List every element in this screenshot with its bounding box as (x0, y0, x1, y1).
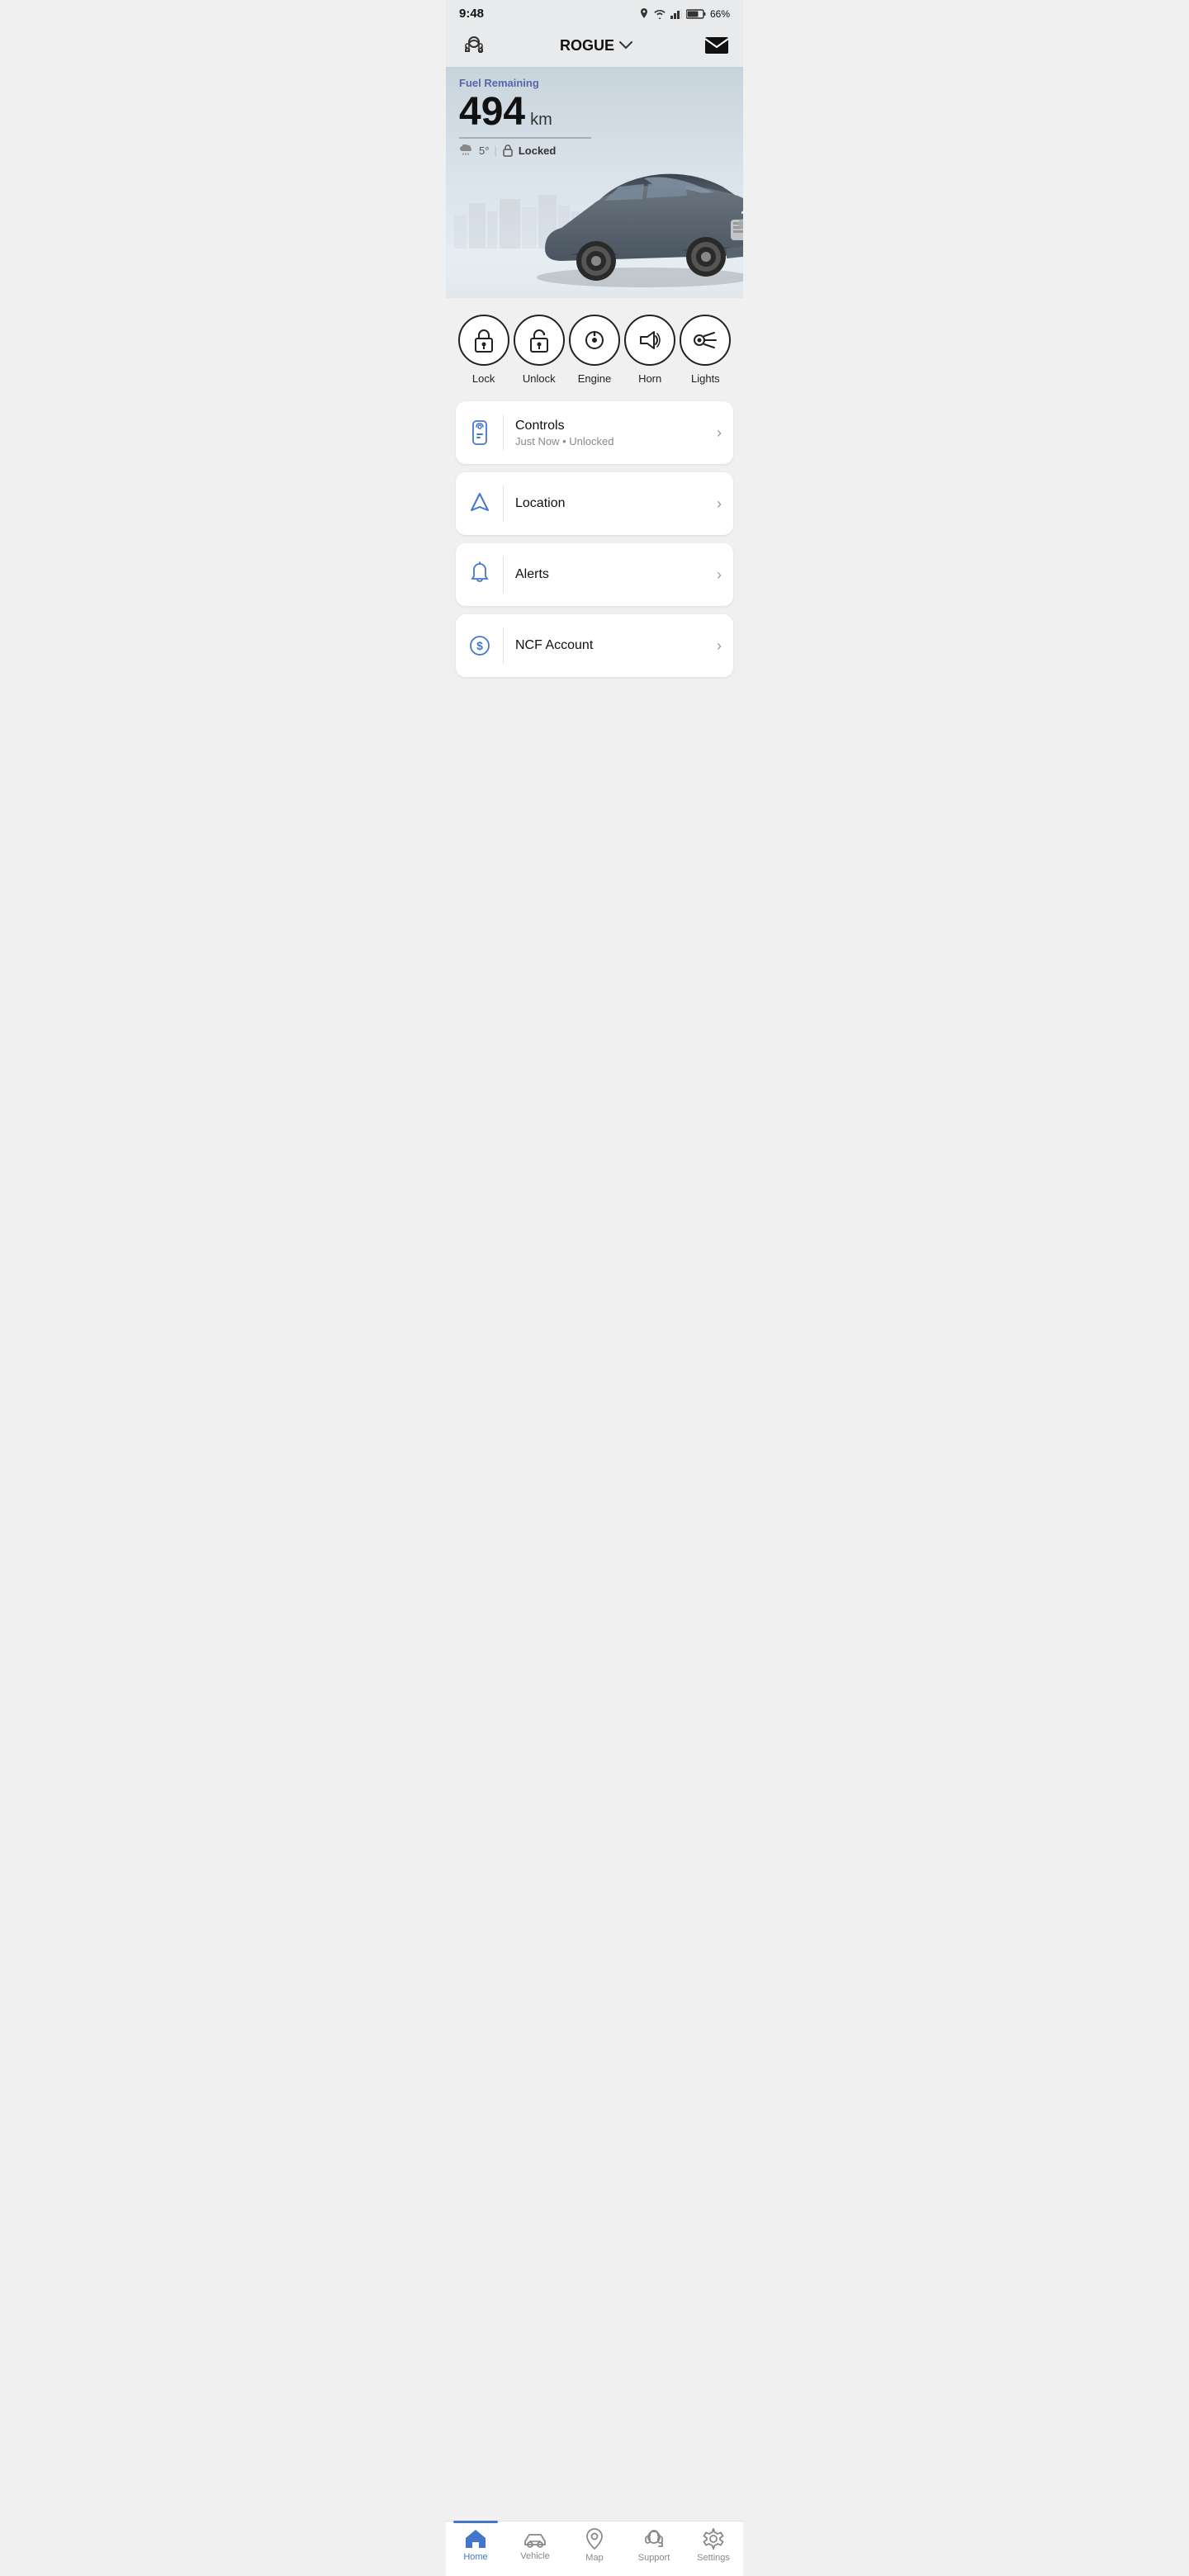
menu-section: Controls Just Now • Unlocked › Location … (446, 401, 743, 743)
home-active-indicator (453, 2521, 498, 2523)
engine-circle (569, 315, 620, 366)
remote-icon (468, 419, 491, 446)
navigation-icon (468, 490, 491, 517)
status-icons: 66% (639, 8, 730, 20)
horn-circle (624, 315, 675, 366)
hero-section: Fuel Remaining 494 km 5° | Locked (446, 67, 743, 298)
nav-item-settings[interactable]: Settings (689, 2528, 738, 2563)
wifi-icon (653, 9, 666, 19)
map-nav-icon (585, 2528, 604, 2550)
nav-item-home[interactable]: Home (451, 2529, 500, 2562)
location-icon-wrap (467, 485, 504, 522)
nav-label-map: Map (585, 2553, 603, 2563)
weather-icon (459, 144, 474, 156)
unlock-button[interactable]: Unlock (514, 315, 565, 385)
lock-icon (472, 328, 495, 353)
controls-row: Lock Unlock (456, 315, 733, 385)
alerts-chevron: › (717, 566, 722, 584)
nav-label-settings: Settings (697, 2553, 730, 2563)
fuel-value: 494 (459, 92, 525, 132)
fuel-label: Fuel Remaining (459, 77, 730, 89)
lock-status-icon (502, 144, 514, 157)
controls-icon-wrap (467, 414, 504, 451)
support-nav-icon (642, 2528, 666, 2550)
controls-title: Controls (515, 419, 705, 433)
nav-label-vehicle: Vehicle (520, 2551, 549, 2561)
dollar-circle-icon: $ (468, 632, 491, 659)
battery-percent: 66% (710, 8, 730, 20)
chevron-down-icon (619, 41, 632, 50)
ncf-icon-wrap: $ (467, 627, 504, 664)
location-text: Location (515, 496, 705, 511)
status-time: 9:48 (459, 7, 484, 21)
engine-button[interactable]: Engine (569, 315, 620, 385)
engine-icon (583, 329, 606, 352)
nav-item-support[interactable]: Support (629, 2528, 679, 2563)
alerts-icon-wrap (467, 556, 504, 593)
lights-button[interactable]: Lights (680, 315, 731, 385)
ncf-title: NCF Account (515, 638, 705, 653)
controls-menu-item[interactable]: Controls Just Now • Unlocked › (456, 401, 733, 464)
location-chevron: › (717, 495, 722, 513)
fuel-unit: km (530, 111, 552, 130)
home-icon (465, 2529, 486, 2549)
app-header: ROGUE (446, 24, 743, 67)
nav-item-map[interactable]: Map (570, 2528, 619, 2563)
nav-item-vehicle[interactable]: Vehicle (510, 2530, 560, 2561)
horn-button[interactable]: Horn (624, 315, 675, 385)
nav-label-support: Support (638, 2553, 670, 2563)
lock-label: Lock (472, 372, 495, 385)
location-menu-item[interactable]: Location › (456, 472, 733, 535)
alerts-text: Alerts (515, 567, 705, 582)
signal-icon (670, 9, 682, 19)
lock-circle (458, 315, 509, 366)
engine-label: Engine (578, 372, 611, 385)
unlock-label: Unlock (523, 372, 556, 385)
vehicle-nav-icon (523, 2530, 547, 2548)
status-bar: 9:48 66% (446, 0, 743, 24)
horn-icon (637, 330, 662, 350)
vehicle-name-label: ROGUE (560, 37, 614, 54)
ncf-text: NCF Account (515, 638, 705, 653)
unlock-circle (514, 315, 565, 366)
horn-label: Horn (638, 372, 661, 385)
lock-button[interactable]: Lock (458, 315, 509, 385)
ncf-account-menu-item[interactable]: $ NCF Account › (456, 614, 733, 677)
settings-nav-icon (703, 2528, 724, 2550)
alerts-title: Alerts (515, 567, 705, 582)
location-status-icon (639, 8, 649, 20)
support-icon[interactable] (459, 31, 489, 60)
lights-icon (693, 329, 718, 351)
temperature-value: 5° (479, 144, 489, 157)
nav-label-home: Home (463, 2552, 487, 2562)
svg-text:$: $ (476, 639, 483, 652)
battery-icon (686, 9, 706, 19)
controls-subtitle: Just Now • Unlocked (515, 435, 705, 447)
unlock-icon (528, 328, 551, 353)
vehicle-controls: Lock Unlock (446, 298, 743, 401)
controls-text: Controls Just Now • Unlocked (515, 419, 705, 447)
vehicle-name-dropdown[interactable]: ROGUE (560, 37, 632, 54)
lights-circle (680, 315, 731, 366)
bell-icon (468, 561, 491, 588)
mail-icon[interactable] (703, 34, 730, 57)
controls-chevron: › (717, 424, 722, 442)
bottom-nav: Home Vehicle Map Support (446, 2521, 743, 2576)
alerts-menu-item[interactable]: Alerts › (456, 543, 733, 606)
lights-label: Lights (691, 372, 720, 385)
location-title: Location (515, 496, 705, 511)
car-image (528, 133, 743, 298)
ncf-chevron: › (717, 637, 722, 655)
